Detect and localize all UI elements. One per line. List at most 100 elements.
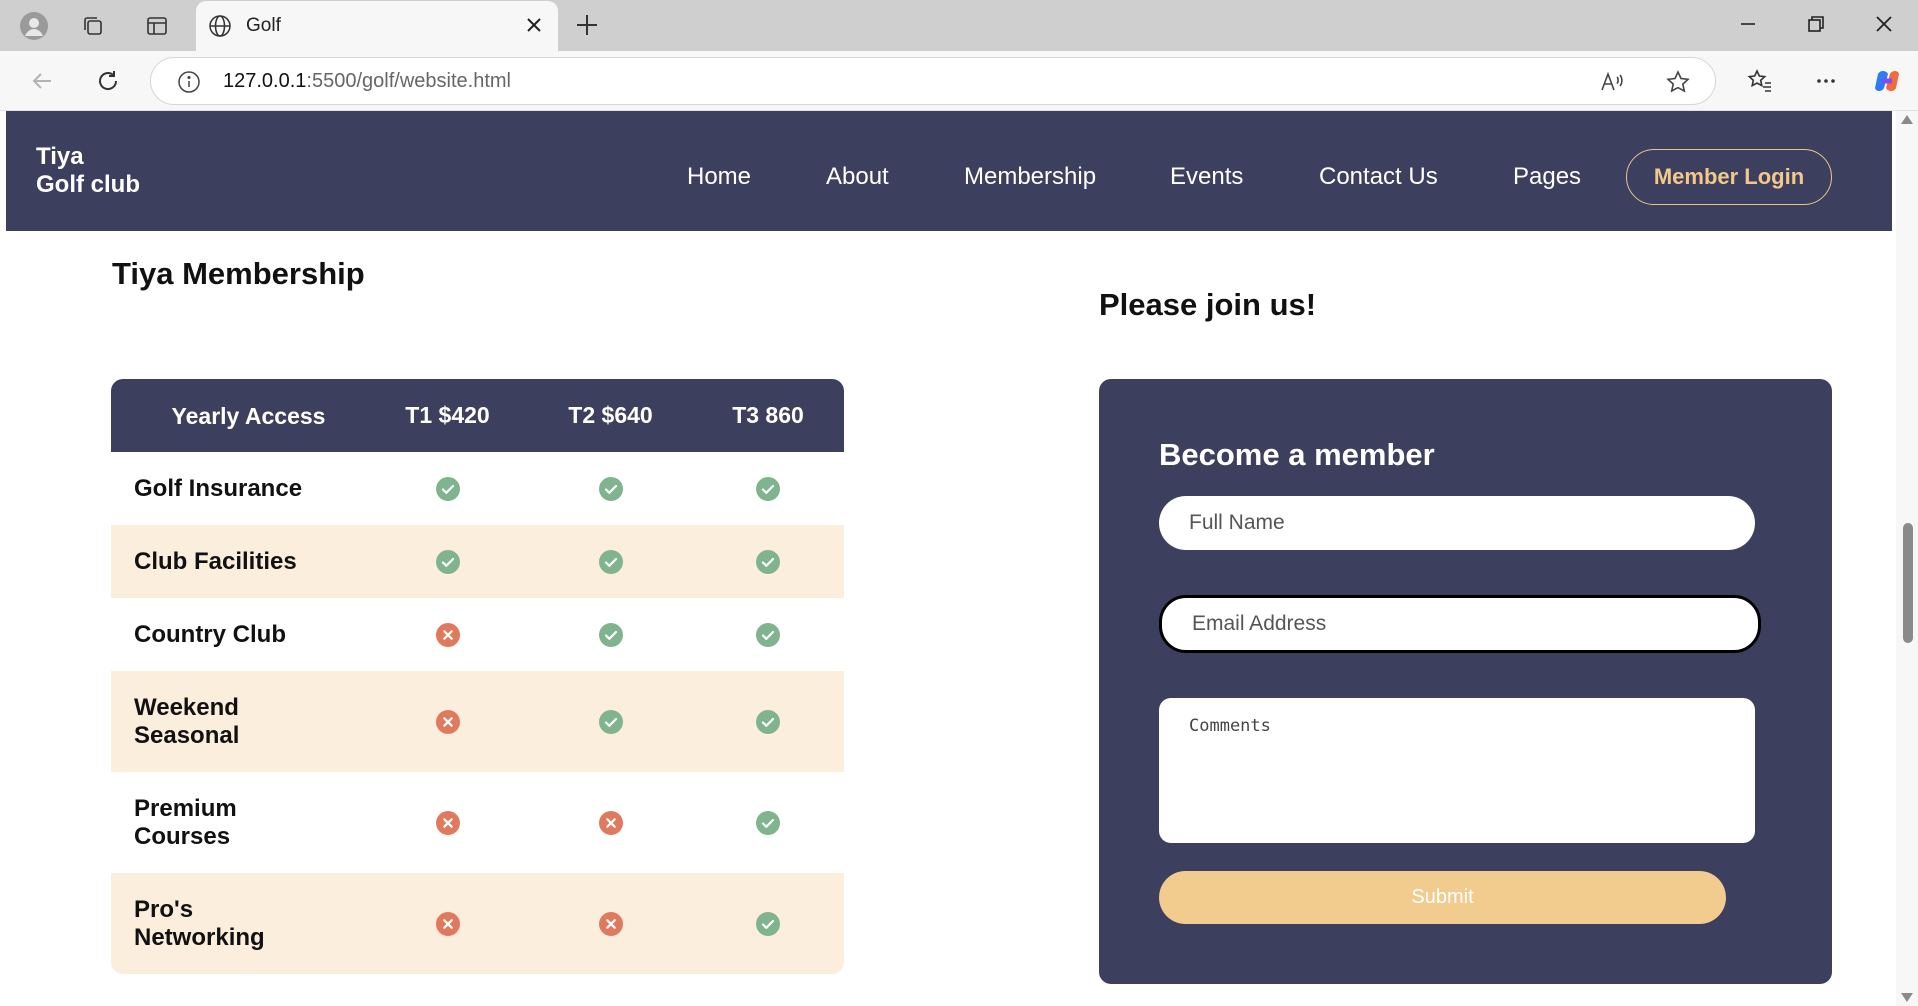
check-icon: [598, 476, 623, 501]
workspaces-icon[interactable]: [78, 11, 108, 41]
tier-3-cell: [692, 476, 844, 501]
nav-links: Home About Membership Events Contact Us …: [6, 111, 1892, 231]
membership-title: Tiya Membership: [112, 256, 365, 291]
check-icon: [598, 622, 623, 647]
close-window-icon[interactable]: [1872, 12, 1896, 41]
site-navbar: Tiya Golf club Home About Membership Eve…: [6, 111, 1892, 231]
nav-link-home[interactable]: Home: [687, 163, 751, 191]
cross-icon: [435, 911, 460, 936]
comments-textarea[interactable]: Comments: [1159, 698, 1755, 843]
table-row: Golf Insurance: [111, 452, 844, 525]
membership-table: Yearly Access T1 $420 T2 $640 T3 860 Gol…: [111, 379, 844, 974]
check-icon: [598, 709, 623, 734]
header-yearly-access: Yearly Access: [171, 402, 326, 429]
table-row: Pro's Networking: [111, 873, 844, 974]
feature-label: Club Facilities: [134, 547, 297, 575]
submit-button[interactable]: Submit: [1159, 871, 1726, 924]
feature-label: Golf Insurance: [134, 474, 303, 502]
table-row: Club Facilities: [111, 525, 844, 598]
member-login-button[interactable]: Member Login: [1626, 149, 1832, 205]
tier-2-cell: [529, 709, 692, 734]
browser-tab-bar: Golf: [0, 0, 1918, 51]
header-tier-1: T1 $420: [405, 402, 490, 428]
new-tab-icon[interactable]: [574, 12, 600, 43]
cross-icon: [598, 911, 623, 936]
form-title: Become a member: [1159, 437, 1435, 472]
nav-link-events[interactable]: Events: [1170, 163, 1243, 191]
check-icon: [435, 549, 460, 574]
close-tab-icon[interactable]: [524, 15, 544, 41]
page-scrollbar[interactable]: [1896, 111, 1918, 1006]
browser-address-bar: 127.0.0.1:5500/golf/website.html: [0, 51, 1918, 111]
email-input[interactable]: Email Address: [1159, 595, 1761, 653]
check-icon: [756, 709, 780, 734]
tier-3-cell: [692, 709, 844, 734]
join-title: Please join us!: [1099, 287, 1317, 322]
header-tier-3: T3 860: [732, 402, 804, 428]
reload-icon[interactable]: [92, 65, 124, 97]
scroll-up-arrow-icon[interactable]: [1901, 115, 1913, 124]
globe-icon: [208, 14, 232, 44]
tier-1-cell: [366, 549, 529, 574]
check-icon: [756, 549, 780, 574]
back-arrow-icon[interactable]: [26, 65, 58, 97]
tier-1-cell: [366, 911, 529, 936]
site-info-icon[interactable]: [177, 70, 201, 100]
tier-2-cell: [529, 622, 692, 647]
table-row: Weekend Seasonal: [111, 671, 844, 772]
feature-label: Country Club: [134, 620, 286, 648]
membership-form: Become a member Full Name Email Address …: [1099, 379, 1832, 984]
table-body: Golf Insurance Club Facilities Country Clu…: [111, 452, 844, 974]
cross-icon: [435, 622, 460, 647]
restore-icon[interactable]: [1804, 12, 1828, 41]
favorites-icon[interactable]: [1744, 65, 1776, 97]
nav-link-contact[interactable]: Contact Us: [1319, 163, 1438, 191]
tier-1-cell: [366, 810, 529, 835]
tier-1-cell: [366, 622, 529, 647]
check-icon: [598, 549, 623, 574]
scroll-down-arrow-icon[interactable]: [1901, 993, 1913, 1002]
check-icon: [435, 476, 460, 501]
feature-label: Weekend Seasonal: [134, 693, 240, 749]
check-icon: [756, 911, 780, 936]
page-viewport: Tiya Golf club Home About Membership Eve…: [0, 111, 1918, 1006]
check-icon: [756, 810, 780, 835]
tab-actions-icon[interactable]: [142, 11, 172, 41]
tier-3-cell: [692, 549, 844, 574]
nav-link-pages[interactable]: Pages: [1513, 163, 1581, 191]
feature-label: Premium Courses: [134, 794, 237, 850]
table-header: Yearly Access T1 $420 T2 $640 T3 860: [111, 379, 844, 452]
nav-link-about[interactable]: About: [826, 163, 889, 191]
tier-3-cell: [692, 810, 844, 835]
tab-title: Golf: [246, 15, 281, 36]
read-aloud-icon[interactable]: [1599, 69, 1625, 101]
tier-2-cell: [529, 476, 692, 501]
table-row: Premium Courses: [111, 772, 844, 873]
tier-1-cell: [366, 476, 529, 501]
check-icon: [756, 622, 780, 647]
tier-2-cell: [529, 549, 692, 574]
check-icon: [756, 476, 780, 501]
tier-1-cell: [366, 709, 529, 734]
tier-3-cell: [692, 622, 844, 647]
cross-icon: [598, 810, 623, 835]
table-row: Country Club: [111, 598, 844, 671]
favorite-star-icon[interactable]: [1665, 69, 1691, 101]
scrollbar-thumb[interactable]: [1903, 523, 1913, 643]
minimize-icon[interactable]: [1736, 12, 1760, 41]
url-field[interactable]: 127.0.0.1:5500/golf/website.html: [150, 57, 1716, 105]
nav-link-membership[interactable]: Membership: [964, 163, 1096, 191]
profile-avatar-icon[interactable]: [16, 8, 52, 44]
browser-tab-golf[interactable]: Golf: [196, 1, 558, 51]
url-host: 127.0.0.1: [223, 69, 307, 92]
more-options-icon[interactable]: [1810, 65, 1842, 97]
tier-2-cell: [529, 810, 692, 835]
tier-3-cell: [692, 911, 844, 936]
cross-icon: [435, 810, 460, 835]
feature-label: Pro's Networking: [134, 895, 265, 951]
copilot-icon[interactable]: [1870, 64, 1904, 98]
url-path: :5500/golf/website.html: [306, 69, 511, 92]
full-name-input[interactable]: Full Name: [1159, 496, 1755, 550]
tier-2-cell: [529, 911, 692, 936]
header-tier-2: T2 $640: [568, 402, 653, 428]
